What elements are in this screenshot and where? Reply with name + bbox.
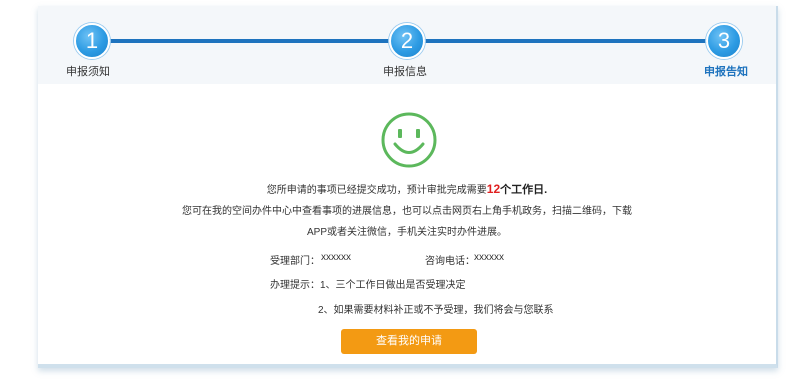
success-message: 您所申请的事项已经提交成功，预计审批完成需要12个工作日.	[38, 181, 776, 197]
step-2-label: 申报信息	[383, 66, 427, 78]
processing-days: 12	[486, 182, 501, 196]
step-1-circle: 1	[74, 23, 110, 59]
phone-label: 咨询电话：	[425, 256, 475, 267]
phone-value: xxxxxx	[474, 252, 504, 263]
step-3-circle: 3	[706, 23, 742, 59]
view-my-application-button[interactable]: 查看我的申请	[341, 329, 477, 354]
result-panel: 1 2 3 申报须知 申报信息 申报告知 您所申请的事项已经提交成功，预计审批完…	[38, 6, 778, 368]
step-1-label: 申报须知	[66, 66, 110, 78]
step-2-circle: 2	[389, 23, 425, 59]
dept-label: 受理部门：	[270, 256, 320, 267]
progress-steps: 1 2 3 申报须知 申报信息 申报告知	[38, 6, 776, 84]
tip-1: 1、三个工作日做出是否受理决定	[320, 280, 466, 291]
tip-2: 2、如果需要材料补正或不予受理，我们将会与您联系	[318, 305, 554, 316]
step-3-label: 申报告知	[704, 66, 748, 78]
dept-value: xxxxxx	[321, 252, 351, 263]
progress-hint-line-2: APP或者关注微信，手机关注实时办件进展。	[306, 227, 507, 238]
smiley-face-icon	[381, 112, 437, 168]
message-prefix: 您所申请的事项已经提交成功，预计审批完成需要	[266, 185, 487, 196]
progress-hint-line: 您可在我的空间办件中心中查看事项的进展信息，也可以点击网页右上角手机政务，扫描二…	[182, 206, 632, 217]
tips-label: 办理提示：	[270, 280, 320, 291]
message-suffix: 个工作日.	[500, 184, 548, 196]
